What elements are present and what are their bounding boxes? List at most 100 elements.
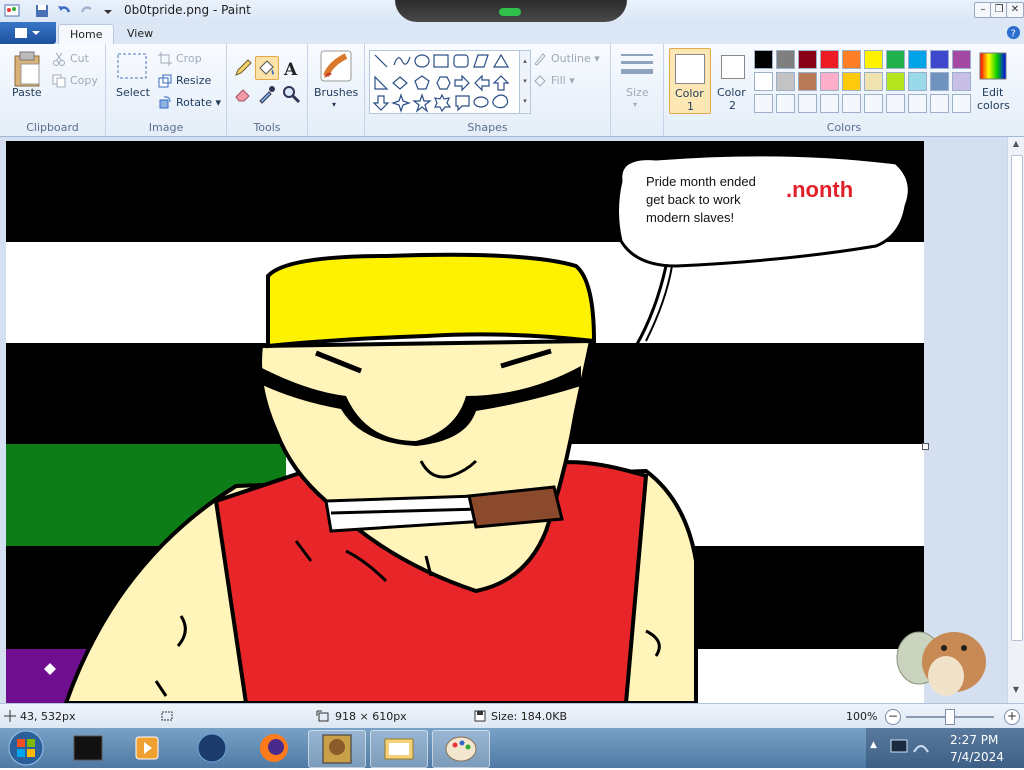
custom-color-slot[interactable] (754, 94, 773, 113)
color-swatch[interactable] (864, 72, 883, 91)
color-swatch[interactable] (908, 50, 927, 69)
drawing-canvas[interactable]: Pride month ended get back to work moder… (6, 141, 924, 703)
firefox-icon (260, 734, 288, 762)
crop-button[interactable]: Crop (176, 52, 202, 65)
color-swatch[interactable] (820, 72, 839, 91)
start-button-icon[interactable] (6, 730, 46, 766)
color-picker-icon[interactable] (257, 84, 277, 104)
color-swatch[interactable] (930, 50, 949, 69)
color-swatch[interactable] (886, 50, 905, 69)
file-menu-button[interactable] (0, 22, 56, 44)
color-swatch[interactable] (754, 72, 773, 91)
shapes-gallery-icons (372, 53, 510, 113)
select-icon[interactable] (116, 52, 148, 80)
custom-color-slot[interactable] (798, 94, 817, 113)
taskbar-terminal-button[interactable] (60, 730, 116, 766)
vertical-scrollbar[interactable]: ▲ ▼ (1007, 137, 1024, 703)
hamster-sticker-image (896, 631, 986, 696)
brushes-button[interactable]: Brushes (314, 86, 358, 99)
paste-icon[interactable] (12, 50, 42, 88)
color-swatch[interactable] (842, 50, 861, 69)
scroll-up-arrow[interactable]: ▲ (1010, 139, 1022, 153)
cut-button[interactable]: Cut (70, 52, 89, 65)
clock-time[interactable]: 2:27 PM (950, 733, 998, 747)
taskbar-explorer-button[interactable] (370, 730, 428, 768)
monitor-tray-icon[interactable] (890, 738, 908, 756)
paste-button[interactable]: Paste (12, 86, 42, 99)
color-swatch[interactable] (798, 72, 817, 91)
eraser-icon[interactable] (233, 84, 253, 104)
canvas-size: 918 × 610px (335, 710, 407, 723)
tab-view[interactable]: View (116, 24, 164, 44)
size-group: Size ▾ (611, 44, 664, 136)
zoom-out-button[interactable]: − (885, 709, 901, 725)
color-swatch[interactable] (798, 50, 817, 69)
magnifier-icon[interactable] (281, 84, 301, 104)
scroll-down-arrow[interactable]: ▼ (1010, 685, 1022, 699)
clock-date[interactable]: 7/4/2024 (950, 750, 1004, 764)
taskbar-globe-button[interactable] (184, 730, 240, 766)
custom-color-slot[interactable] (776, 94, 795, 113)
customize-toolbar-icon[interactable] (100, 3, 116, 19)
color1-button[interactable]: Color 1 (669, 48, 711, 114)
color-swatch[interactable] (820, 50, 839, 69)
edit-colors-label-a[interactable]: Edit (982, 86, 1003, 99)
close-button[interactable]: ✕ (1006, 2, 1024, 18)
edit-colors-label-b[interactable]: colors (977, 99, 1010, 112)
color-swatch[interactable] (952, 50, 971, 69)
globe-icon (197, 733, 227, 763)
resize-button[interactable]: Resize (176, 74, 211, 87)
custom-color-slot[interactable] (820, 94, 839, 113)
taskbar-paint-button[interactable] (432, 730, 490, 768)
color-swatch[interactable] (842, 72, 861, 91)
edit-colors-icon[interactable] (979, 52, 1007, 80)
ribbon-tab-row: Home View ? (0, 22, 1024, 45)
custom-color-slot[interactable] (908, 94, 927, 113)
brushes-icon[interactable] (320, 50, 352, 84)
text-tool-icon[interactable]: A (281, 58, 301, 78)
custom-color-slot[interactable] (952, 94, 971, 113)
color-swatch[interactable] (864, 50, 883, 69)
rotate-button[interactable]: Rotate ▾ (176, 96, 221, 109)
color-swatch[interactable] (886, 72, 905, 91)
zoom-in-button[interactable]: + (1004, 709, 1020, 725)
zoom-slider-thumb[interactable] (945, 709, 955, 725)
scroll-thumb[interactable] (1011, 155, 1023, 641)
pencil-icon[interactable] (233, 58, 253, 78)
color-swatch[interactable] (776, 50, 795, 69)
taskbar-firefox-button[interactable] (246, 730, 302, 766)
outline-button[interactable]: Outline ▾ (551, 52, 600, 65)
color-swatch[interactable] (952, 72, 971, 91)
custom-color-slot[interactable] (842, 94, 861, 113)
custom-color-slot[interactable] (886, 94, 905, 113)
taskbar-media-player-button[interactable] (120, 730, 176, 766)
taskbar-box-app-button[interactable] (308, 730, 366, 768)
custom-color-slot[interactable] (930, 94, 949, 113)
colors-group: Color 1 Color 2 Edit colors Colors (664, 44, 1024, 136)
size-dropdown-arrow[interactable]: ▾ (633, 100, 637, 109)
save-icon[interactable] (34, 3, 50, 19)
color-swatch[interactable] (754, 50, 773, 69)
copy-button[interactable]: Copy (70, 74, 98, 87)
shapes-gallery-scroll[interactable]: ▴ ▾ ▾ (519, 50, 531, 114)
help-icon[interactable]: ? (1006, 25, 1021, 40)
custom-color-slot[interactable] (864, 94, 883, 113)
color-swatch[interactable] (776, 72, 795, 91)
canvas-resize-handle[interactable] (922, 443, 929, 450)
tab-home[interactable]: Home (58, 24, 115, 45)
select-button[interactable]: Select (116, 86, 150, 99)
brushes-dropdown-arrow[interactable]: ▾ (332, 100, 336, 109)
fill-tool-selected[interactable] (255, 56, 279, 80)
show-hidden-icons[interactable]: ▲ (870, 740, 877, 750)
color-swatch[interactable] (908, 72, 927, 91)
shapes-gallery[interactable] (369, 50, 521, 114)
color2-button[interactable]: Color 2 (712, 48, 752, 112)
fill-button[interactable]: Fill ▾ (551, 74, 575, 87)
title-bar: 0b0tpride.png - Paint – ❐ ✕ (0, 0, 1024, 22)
undo-icon[interactable] (56, 3, 72, 19)
color-swatch[interactable] (930, 72, 949, 91)
network-tray-icon[interactable] (912, 738, 930, 756)
redo-icon[interactable] (79, 3, 95, 19)
size-button[interactable]: Size (626, 86, 649, 99)
paint-app-icon[interactable] (4, 3, 20, 19)
